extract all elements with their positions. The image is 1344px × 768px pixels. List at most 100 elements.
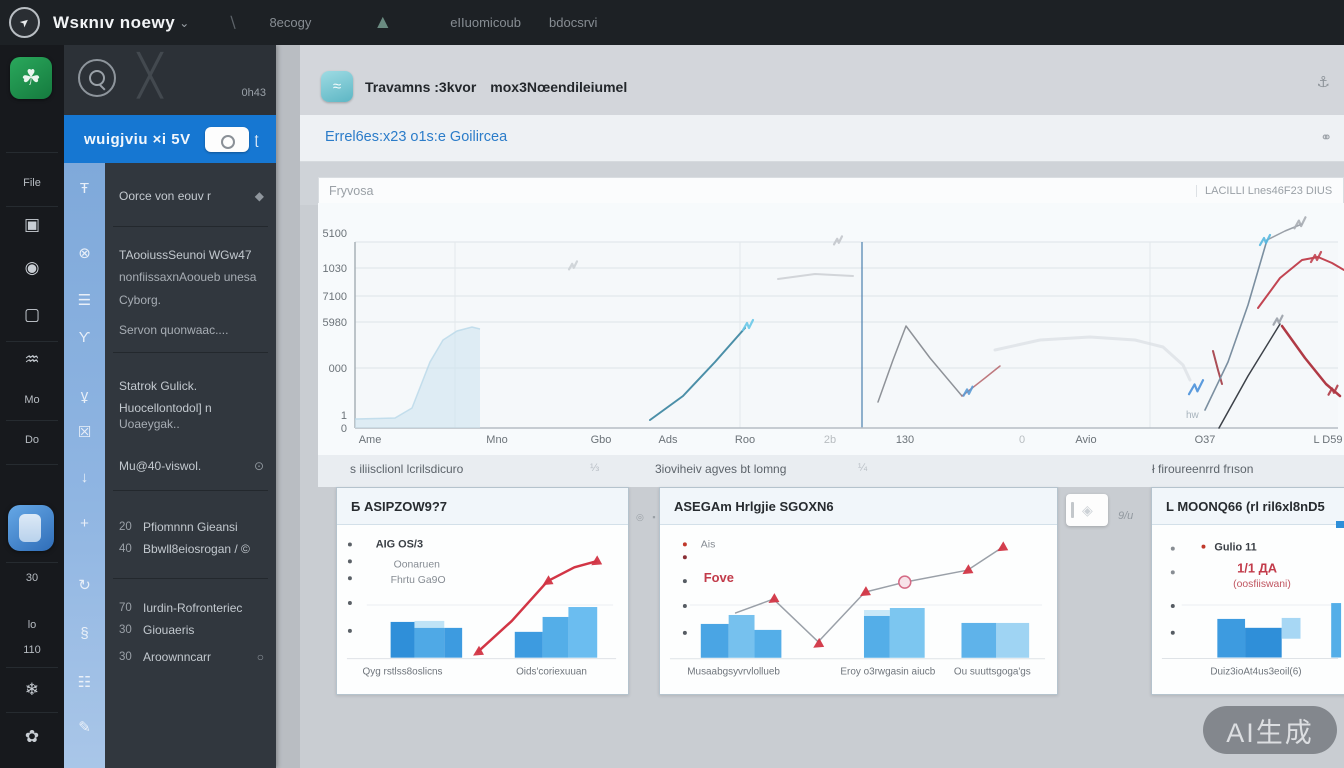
svg-text:Ais: Ais	[701, 539, 716, 550]
card-2-header: ASEGAm Hrlgjie SGOXN6	[660, 488, 1057, 525]
app-rail: ☘ File ▣ ◉ ▢ ♒ Mo Do 30 lo 110 ❄ ✿	[0, 45, 64, 768]
logo-icon[interactable]: ➤	[9, 7, 40, 38]
rail-item-waveform[interactable]: ♒	[0, 345, 64, 375]
tool-y-icon[interactable]: Ƴ	[64, 325, 105, 349]
svg-text:Qyg rstlss8oslicns: Qyg rstlss8oslicns	[363, 667, 443, 678]
svg-text:5100: 5100	[323, 228, 347, 240]
sidebar-item-10[interactable]: 40 Bbwll8eiosrogan / ©	[105, 539, 276, 559]
rail-label-file: File	[23, 177, 41, 189]
svg-text:Ou suuttsgoga'gs: Ou suuttsgoga'gs	[954, 667, 1031, 678]
eye-icon: ⊙	[253, 459, 264, 473]
svg-text:Mno: Mno	[486, 434, 507, 446]
sidebar-item-label: Pfiomnnn Gieansi	[143, 520, 238, 534]
card-3-title: L MOONQ66 (rl ril6xl8nD5	[1166, 498, 1325, 514]
rail-item-file[interactable]: File	[0, 168, 64, 198]
cross-icon[interactable]: ╳	[138, 53, 162, 99]
card-1-chart: AIG OS/3 Oonaruen Fhrtu Ga9O Qyg rstlss8osl…	[346, 538, 617, 678]
tool-edit-icon[interactable]: ✎	[64, 715, 105, 739]
sidebar-item-12[interactable]: 30 Giouaeris	[105, 620, 276, 640]
rail-item-flower[interactable]: ✿	[0, 722, 64, 752]
nav-item-2[interactable]: eIIuomicoub	[450, 15, 521, 30]
card-1-title: Б ASIPZOW9?7	[351, 498, 448, 514]
tool-plus-icon[interactable]: +	[64, 511, 105, 535]
link-icon[interactable]: ⚭	[1320, 129, 1332, 146]
rail-item-mo[interactable]: Mo	[0, 385, 64, 415]
page-title: Travamns :3kvor mox3Nœendileiumel	[365, 79, 627, 95]
leaf-glyph: ☘	[21, 65, 41, 90]
toggle-switch[interactable]	[204, 126, 249, 152]
card-gap-dots: ◎ ▪	[636, 512, 659, 522]
gear-icon[interactable]: ⚓	[1317, 73, 1330, 91]
search-handle	[98, 83, 106, 91]
nav-item-3[interactable]: bdocsrvi	[549, 15, 597, 30]
rail-item-n30[interactable]: 30	[0, 563, 64, 593]
page-title-b: mox3Nœendileiumel	[490, 79, 628, 95]
date-range-picker[interactable]: LACILLI Lnes46F23 DIUS	[1196, 184, 1343, 197]
badge-icon: ◆	[254, 189, 264, 203]
blue-app-icon-active[interactable]	[8, 505, 54, 551]
green-app-icon[interactable]: ☘	[10, 57, 52, 99]
tool-list-icon[interactable]: ☰	[64, 288, 105, 312]
menu-separator-2	[113, 490, 268, 491]
gap-button[interactable]: ◈	[1066, 494, 1108, 526]
top-navbar: ➤ Wsкnıv noewy ⌄ ∖ 8ecogy ▲ eIIuomicoub …	[0, 0, 1344, 45]
tool-refresh-icon[interactable]: ↻	[64, 573, 105, 597]
svg-text:AIG OS/3: AIG OS/3	[376, 538, 423, 550]
rail-item-do[interactable]: Do	[0, 425, 64, 455]
sidebar-item-number: 70	[119, 602, 132, 614]
tool-hourglass-icon[interactable]: ұ	[64, 383, 105, 407]
sidebar-blue-header: wuigjviu ×i 5V ʈ	[64, 115, 276, 163]
svg-text:Oonaruen: Oonaruen	[394, 559, 440, 570]
sidebar-item-5[interactable]: Statrok Gulick.	[105, 376, 276, 396]
rail-label-lo: lo	[27, 619, 37, 631]
sidebar-item-9[interactable]: 20 Pfiomnnn Gieansi	[105, 517, 276, 537]
svg-text:Oids'coriexuuan: Oids'coriexuuan	[516, 667, 587, 678]
svg-text:Roo: Roo	[735, 434, 755, 446]
svg-text:Gulio 11: Gulio 11	[1214, 542, 1256, 554]
ai-watermark: AI生成	[1203, 706, 1337, 754]
toggle-tail-glyph: ʈ	[254, 131, 259, 147]
sidebar-item-3[interactable]: Cyborg.	[105, 290, 276, 310]
tool-slash-icon[interactable]: ⊗	[64, 241, 105, 265]
search-icon[interactable]	[78, 59, 116, 97]
svg-text:000: 000	[329, 363, 347, 375]
tool-down-icon[interactable]: ↓	[64, 465, 105, 489]
sidebar-item-8[interactable]: Mu@40-viswol. ⊙	[105, 456, 276, 476]
camera-icon: ◉	[24, 258, 40, 277]
tool-box-icon[interactable]: ☒	[64, 420, 105, 444]
rail-item-monitor[interactable]: ▢	[0, 300, 64, 330]
card-2: ASEGAm Hrlgjie SGOXN6 Ais Fove Musaabgsyvr…	[659, 487, 1058, 695]
rail-item-camera[interactable]: ◉	[0, 253, 64, 283]
svg-text:7100: 7100	[323, 291, 347, 303]
sidebar-item-13[interactable]: 30 Aroownncarr ○	[105, 647, 276, 667]
tool-section-icon[interactable]: §	[64, 621, 105, 645]
breadcrumb-link[interactable]: Errel6es:x23 o1s:e Goilircea	[325, 129, 507, 145]
sidebar-item-2[interactable]: nonfiissaxnAooueb unesa	[105, 267, 276, 287]
sidebar-item-number: 30	[119, 624, 132, 636]
sidebar-item-7[interactable]: Uoaeygak..	[105, 414, 276, 434]
chevron-down-icon[interactable]: ⌄	[179, 16, 189, 30]
rail-item-snowflake[interactable]: ❄	[0, 675, 64, 705]
blue-app-inner	[19, 514, 41, 542]
svg-text:0: 0	[1019, 434, 1025, 446]
rail-item-chat[interactable]: ▣	[0, 210, 64, 240]
legend-decor-2: ¼	[858, 462, 868, 474]
filter-input[interactable]	[319, 182, 1196, 199]
diamond-icon: ◈	[1082, 501, 1093, 518]
sidebar-item-0[interactable]: Oorce von eouv r ◆	[105, 186, 276, 206]
toggle-knob	[220, 134, 235, 149]
rail-label-mo: Mo	[24, 394, 40, 406]
svg-text:0: 0	[341, 423, 347, 435]
sidebar-item-4[interactable]: Servon quonwaac....	[105, 320, 276, 340]
tool-t-icon[interactable]: Ŧ	[64, 176, 105, 200]
rail-item-n110[interactable]: 110	[0, 635, 64, 665]
sidebar-item-1[interactable]: TAooiussSeunoi WGw47	[105, 245, 276, 265]
sidebar-item-label: Cyborg.	[119, 293, 162, 307]
sidebar-item-11[interactable]: 70 Iurdin-Rofronteriec	[105, 598, 276, 618]
rail-separator-2	[6, 341, 58, 342]
nav-item-1[interactable]: 8ecogy	[269, 15, 311, 30]
legend-item-2: 3ioviheiv agves bt lomng	[655, 462, 787, 476]
tool-grid-icon[interactable]: ☷	[64, 670, 105, 694]
menu-separator-3	[113, 578, 268, 579]
sidebar-item-label: TAooiussSeunoi WGw47	[119, 248, 252, 262]
